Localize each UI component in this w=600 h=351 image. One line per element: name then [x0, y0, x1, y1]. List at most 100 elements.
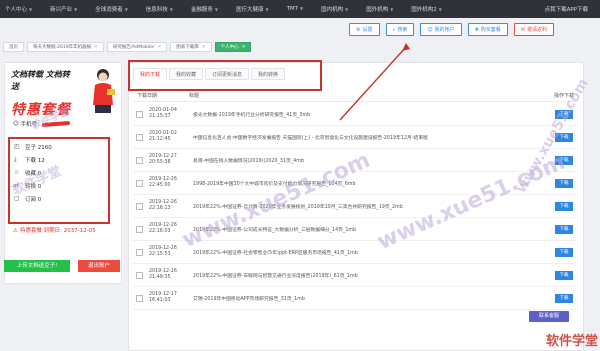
download-list: 2020-01-04 21:15:37 极光大数据-2019年手机行业分析研究报告… [133, 103, 577, 310]
search-icon: ⌕ [392, 27, 396, 33]
row-checkbox[interactable] [136, 202, 143, 210]
table-row: 2020-01-02 21:12:45 中国信息化百人会:中国数字经济发展报告 天… [133, 126, 577, 149]
upload-document-button[interactable]: 上传文档送豆子! [4, 260, 70, 272]
nav-item-new-industry[interactable]: 新兴产业 ▼ [41, 5, 86, 13]
gift-icon: ✉ [520, 27, 525, 33]
brand-logo: 软件学堂 [545, 334, 598, 349]
row-date: 2019-12-26 22:45:00 [149, 177, 177, 188]
settings-button[interactable]: ⚙ 设置 [349, 23, 380, 36]
row-checkbox[interactable] [136, 248, 143, 256]
download-button[interactable]: 下载 [555, 201, 573, 211]
close-icon[interactable]: ✕ [202, 45, 206, 50]
row-title[interactable]: 2019年22%-中国证券-社会零售业(5年)ppt-ERP后服务市场报告_41… [193, 249, 555, 256]
nav-item-tmt[interactable]: TMT ▼ [278, 6, 313, 12]
tab-personal-center[interactable]: 个人中心 ✕ [214, 42, 252, 52]
nav-item-foreign-institutions-2[interactable]: 国外机构2 ▼ [402, 5, 451, 13]
tab-report-2[interactable]: 研究报告/AdMobile/✕ [106, 42, 168, 52]
account-actions: ⚙ 设置 ⌕ 搜索 ☺ 我的账户 ✚ 购买套餐 ✉ 邀请返利 [349, 23, 554, 36]
row-title[interactable]: 2019年22%-中国证券-云计算-2020年业务发展规划_2019年10月_三… [193, 203, 555, 210]
top-nav: 个人中心 ▼ 新兴产业 ▼ 全球消费者 ▼ 信息科技 ▼ 金融服务 ▼ 医疗大健康 ▼ TM… [0, 0, 600, 18]
nav-item-finance[interactable]: 金融服务 ▼ [182, 5, 227, 13]
header-operation: 操作下载 [553, 93, 574, 99]
close-icon[interactable]: ✕ [158, 45, 162, 50]
table-row: 2019-12-27 20:55:38 易观-中国在线人数据情况(2019)(20… [133, 149, 577, 172]
row-title[interactable]: 1998-2019年中国30个大中城市房价及支付能力情况研究报告_104页_6m… [193, 180, 555, 187]
close-icon[interactable]: ✕ [242, 45, 246, 50]
row-date: 2019-12-26 21:49:35 [149, 269, 177, 280]
app-download-link[interactable]: 点我下载APP下载 [536, 5, 600, 13]
chevron-down-icon: ▼ [265, 7, 269, 12]
my-account-button[interactable]: ☺ 我的账户 [420, 23, 462, 36]
download-button[interactable]: 下载 [555, 109, 573, 119]
row-date: 2019-12-27 20:55:38 [149, 154, 177, 165]
redacted-phone [41, 121, 70, 127]
package-expiry: ⚠ 特惠套餐 到期日: 2037-12-05 [13, 228, 96, 234]
member-phone-row: ☺ 手机号: [13, 120, 70, 128]
table-row: 2019-12-17 16:41:03 艾瑞-2019年中国移动APP市场研究报告… [133, 287, 577, 310]
row-title[interactable]: 易观-中国在线人数据情况(2019)(2020_31页_4mb [193, 157, 555, 164]
download-button[interactable]: 下载 [555, 293, 573, 303]
tab-home[interactable]: 首页 [3, 42, 24, 52]
gear-icon: ⚙ [356, 27, 361, 33]
promo-line-2: 特惠套餐 [11, 102, 71, 118]
tab-chart-library[interactable]: 图表下载库 ✕ [170, 42, 212, 52]
table-row: 2020-01-04 21:15:37 极光大数据-2019年手机行业分析研究报告… [133, 103, 577, 126]
table-row: 2019-12-26 22:16:03 2019年22%-中国证券-公司成长特征_… [133, 218, 577, 241]
download-button[interactable]: 下载 [555, 224, 573, 234]
download-button[interactable]: 下载 [555, 155, 573, 165]
chevron-down-icon: ▼ [169, 7, 173, 12]
row-title[interactable]: 艾瑞-2019年中国移动APP市场研究报告_31页_1mb [193, 295, 555, 302]
annotation-box-stats [8, 137, 110, 224]
warning-icon: ⚠ [13, 228, 18, 234]
row-title[interactable]: 2019年22%-中国证券-公司成长特征_大数据分析_三层数据细分_14页_1m… [193, 226, 555, 233]
table-row: 2019-12-26 21:49:35 2019年22%-中国证券-车联网与智慧交… [133, 264, 577, 287]
header-date: 下载日期 [137, 93, 158, 99]
promo-banner[interactable]: 文档转载 文档转送 特惠套餐 [11, 69, 77, 119]
table-row: 2019-12-26 22:45:00 1998-2019年中国30个大中城市房价… [133, 172, 577, 195]
row-date: 2019-12-26 22:16:03 [149, 223, 177, 234]
nav-item-healthcare[interactable]: 医疗大健康 ▼ [227, 5, 278, 13]
close-icon[interactable]: ✕ [94, 45, 98, 50]
row-checkbox[interactable] [136, 294, 143, 302]
row-checkbox[interactable] [136, 179, 143, 187]
download-button[interactable]: 下载 [555, 247, 573, 257]
nav-item-personal-center[interactable]: 个人中心 ▼ [0, 5, 41, 13]
content-panel: 我的下载 我的收藏 订阅更新消息 我的转换 下载日期 标题 操作下载 2020-… [128, 62, 584, 351]
nav-item-foreign-institutions[interactable]: 国外机构 ▼ [357, 5, 402, 13]
tab-report-1[interactable]: 每天大数据-2019年年机器报 ✕ [27, 42, 104, 52]
row-checkbox[interactable] [136, 271, 143, 279]
row-checkbox[interactable] [136, 133, 143, 141]
invite-rebate-button[interactable]: ✉ 邀请返利 [513, 23, 554, 36]
user-icon: ☺ [13, 121, 19, 127]
table-row: 2019-12-26 22:16:13 2019年22%-中国证券-云计算-202… [133, 195, 577, 218]
row-checkbox[interactable] [136, 156, 143, 164]
download-button[interactable]: 下载 [555, 132, 573, 142]
header-title: 标题 [189, 93, 200, 99]
row-date: 2019-12-26 22:16:13 [149, 200, 177, 211]
member-phone-label: 手机号: [20, 122, 39, 128]
row-date: 2019-12-17 16:41:03 [149, 292, 177, 303]
row-checkbox[interactable] [136, 225, 143, 233]
search-button[interactable]: ⌕ 搜索 [385, 23, 415, 36]
logout-button[interactable]: 退出账户 [78, 260, 120, 272]
contact-support-button[interactable]: 联系客服 [529, 311, 569, 322]
table-row: 2019-12-26 22:15:53 2019年22%-中国证券-社会零售业(5… [133, 241, 577, 264]
chevron-down-icon: ▼ [345, 7, 349, 12]
user-icon: ☺ [427, 27, 433, 33]
promo-figure-image [93, 69, 115, 113]
download-button[interactable]: 下载 [555, 270, 573, 280]
row-checkbox[interactable] [136, 110, 143, 118]
chevron-down-icon: ▼ [214, 7, 218, 12]
promo-line-1: 文档转载 文档转送 [11, 70, 70, 91]
download-button[interactable]: 下载 [555, 178, 573, 188]
chevron-down-icon: ▼ [300, 6, 304, 11]
nav-item-info-tech[interactable]: 信息科技 ▼ [137, 5, 182, 13]
nav-item-global-consumer[interactable]: 全球消费者 ▼ [86, 5, 137, 13]
row-title[interactable]: 中国信息化百人会:中国数字经济发展报告 天猫国际(上) - 北京智能化与文化设施… [193, 134, 555, 141]
row-title[interactable]: 2019年22%-中国证券-车联网与智慧交通行业深度报告(2019年)_61页_… [193, 272, 555, 279]
annotation-box-subtabs [128, 60, 322, 91]
nav-item-domestic-institutions[interactable]: 国内机构 ▼ [312, 5, 357, 13]
chevron-down-icon: ▼ [124, 7, 128, 12]
buy-package-button[interactable]: ✚ 购买套餐 [467, 23, 508, 36]
row-title[interactable]: 极光大数据-2019年手机行业分析研究报告_41页_3mb [193, 111, 555, 118]
